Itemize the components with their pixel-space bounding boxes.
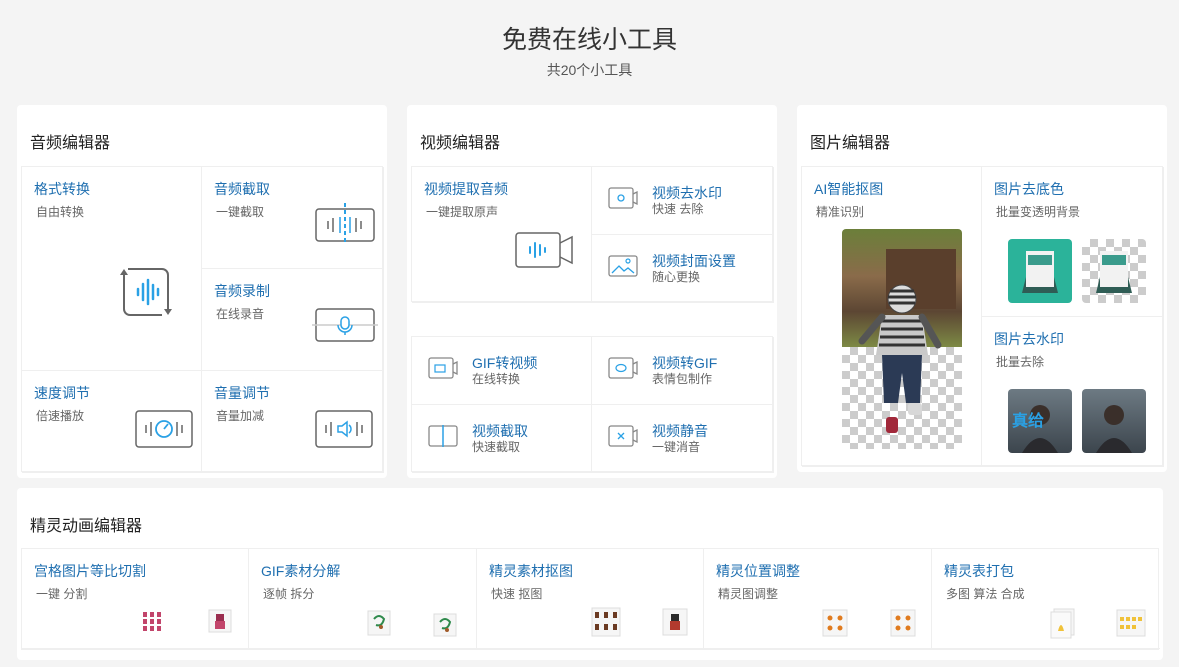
remove-bg-before	[1008, 239, 1072, 303]
gif-frame-alt-icon	[433, 613, 457, 637]
tool-audio-cut[interactable]: 音频截取 一键截取	[202, 167, 384, 269]
tool-video-mute[interactable]: 视频静音 一键消音	[592, 405, 774, 473]
watermark-text: 真给	[1012, 413, 1045, 430]
gif-video-icon	[428, 357, 458, 379]
video-watermark-icon	[608, 187, 638, 209]
tool-video-extract-audio[interactable]: 视频提取音频 一键提取原声	[412, 167, 592, 303]
tool-video-cut[interactable]: 视频截取 快速截取	[412, 405, 592, 473]
tool-sprite-pack[interactable]: 精灵表打包 多图 算法 合成	[932, 549, 1160, 649]
grid-split-icon	[143, 612, 161, 631]
image-editor-card: 图片编辑器 AI智能抠图 精准识别 图片去底色 批量变透明背景 图片去水印 批量…	[797, 105, 1167, 472]
tool-sprite-position[interactable]: 精灵位置调整 精灵图调整	[704, 549, 932, 649]
video-tool-grid-bottom: GIF转视频 在线转换 视频转GIF 表情包制作 视频截取 快速截取 视频静音 …	[411, 336, 774, 473]
volume-icon	[315, 410, 373, 448]
sprite-position-alt-icon	[890, 609, 916, 637]
tool-video-cover[interactable]: 视频封面设置 随心更换	[592, 235, 774, 303]
sprite-editor-title: 精灵动画编辑器	[30, 518, 143, 535]
video-audio-icon	[515, 232, 573, 268]
tool-image-remove-watermark[interactable]: 图片去水印 批量去除 真给	[982, 317, 1164, 467]
sprite-position-icon	[822, 609, 848, 637]
sprite-cutout-icon	[662, 608, 688, 636]
watermark-before: 真给	[1008, 389, 1072, 453]
desk-calendar-icon	[1022, 251, 1058, 293]
watermark-after	[1082, 389, 1146, 453]
desk-calendar-transparent-icon	[1096, 251, 1132, 293]
remove-bg-after	[1082, 239, 1146, 303]
tool-speed-adjust[interactable]: 速度调节 倍速播放	[22, 371, 202, 473]
tool-grid-split[interactable]: 宫格图片等比切割 一键 分割	[22, 549, 249, 649]
audio-cut-icon	[315, 203, 375, 245]
tool-video-remove-watermark[interactable]: 视频去水印 快速 去除	[592, 167, 774, 235]
format-convert-icon	[120, 268, 172, 316]
tool-remove-background[interactable]: 图片去底色 批量变透明背景	[982, 167, 1164, 317]
tool-volume-adjust[interactable]: 音量调节 音量加减	[202, 371, 384, 473]
microphone-icon	[312, 308, 378, 342]
tool-ai-matting[interactable]: AI智能抠图 精准识别	[802, 167, 982, 467]
page-subtitle: 共20个小工具	[546, 62, 633, 78]
tool-format-convert[interactable]: 格式转换 自由转换	[22, 167, 202, 371]
speed-icon	[135, 410, 193, 448]
video-tool-grid-top: 视频提取音频 一键提取原声 视频去水印 快速 去除 视频封面设置 随心更换	[411, 166, 774, 303]
sprite-character-icon	[208, 609, 232, 633]
ai-matting-preview	[842, 229, 962, 449]
video-editor-title: 视频编辑器	[420, 135, 501, 152]
tool-sprite-matting[interactable]: 精灵素材抠图 快速 抠图	[477, 549, 704, 649]
tool-gif-to-video[interactable]: GIF转视频 在线转换	[412, 337, 592, 405]
sprite-pack-icon	[1050, 608, 1075, 639]
sprite-sheet-packed-icon	[1116, 609, 1146, 637]
audio-tool-grid: 格式转换 自由转换 音频截取 一键截取 音频录制 在线录音 速度调节 倍速播放 …	[21, 166, 384, 473]
video-gif-icon	[608, 357, 638, 379]
tool-gif-decompose[interactable]: GIF素材分解 逐帧 拆分	[249, 549, 477, 649]
page-title: 免费在线小工具	[501, 26, 677, 54]
image-editor-title: 图片编辑器	[810, 135, 891, 152]
person-headphones-clean-icon	[1096, 405, 1132, 453]
sprite-sheet-icon	[591, 607, 621, 637]
audio-editor-title: 音频编辑器	[30, 135, 111, 152]
gif-frame-icon	[367, 610, 391, 636]
video-mute-icon	[608, 425, 638, 447]
image-tool-grid: AI智能抠图 精准识别 图片去底色 批量变透明背景 图片去水印 批量去除 真给	[801, 166, 1164, 467]
sprite-tool-grid: 宫格图片等比切割 一键 分割 GIF素材分解 逐帧 拆分 精灵素材抠图 快速 抠…	[21, 548, 1160, 650]
image-icon	[608, 255, 638, 277]
video-editor-card: 视频编辑器 视频提取音频 一键提取原声 视频去水印 快速 去除 视频封面设置 随…	[407, 105, 777, 478]
sprite-editor-card: 精灵动画编辑器 宫格图片等比切割 一键 分割 GIF素材分解 逐帧 拆分 精灵素…	[17, 488, 1163, 660]
audio-editor-card: 音频编辑器 格式转换 自由转换 音频截取 一键截取 音频录制 在线录音 速度调节…	[17, 105, 387, 478]
video-cut-icon	[428, 425, 458, 447]
tool-audio-record[interactable]: 音频录制 在线录音	[202, 269, 384, 371]
child-figure-icon	[858, 284, 942, 433]
tool-video-to-gif[interactable]: 视频转GIF 表情包制作	[592, 337, 774, 405]
